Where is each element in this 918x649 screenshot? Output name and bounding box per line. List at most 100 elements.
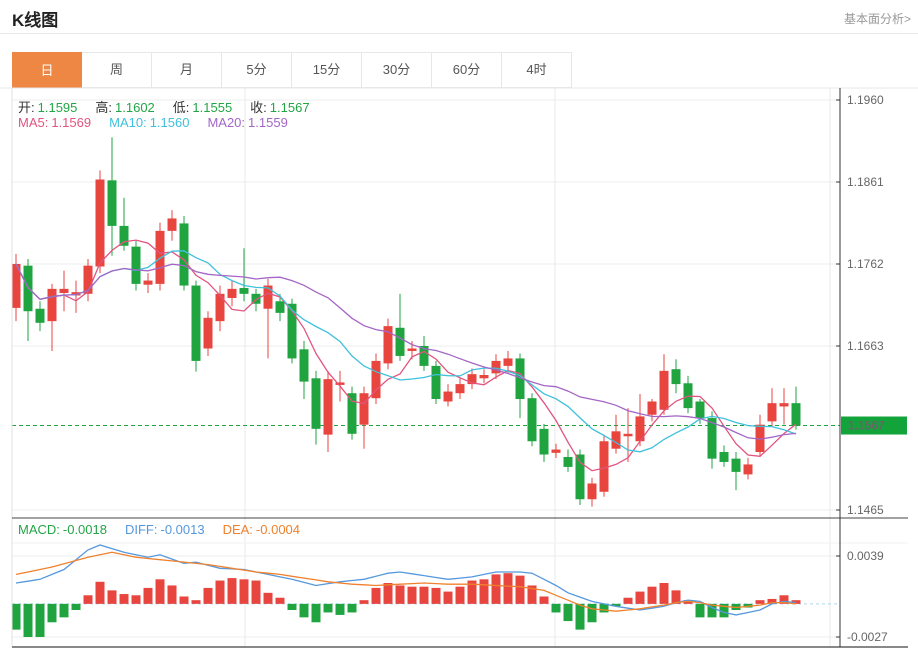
- macd-bar: [108, 590, 117, 604]
- ma-legend: MA5:1.1569 MA10:1.1560 MA20:1.1559: [18, 115, 306, 130]
- macd-bar: [432, 588, 441, 604]
- macd-bar: [696, 604, 705, 618]
- ohlc-legend-item: 高:1.1602: [95, 100, 154, 115]
- candle-body: [300, 349, 309, 381]
- macd-bar: [96, 582, 105, 604]
- macd-legend: MACD:-0.0018DIFF:-0.0013DEA:-0.0004: [18, 522, 318, 537]
- candle-body: [672, 369, 681, 384]
- macd-bar: [48, 604, 57, 622]
- axis-label: 0.0039: [847, 549, 884, 563]
- macd-bar: [288, 604, 297, 610]
- macd-bar: [228, 578, 237, 604]
- ohlc-legend-item: 收:1.1567: [250, 100, 309, 115]
- macd-bar: [156, 579, 165, 604]
- macd-bar: [444, 592, 453, 604]
- candle-body: [504, 358, 513, 365]
- candle-body: [780, 403, 789, 406]
- ohlc-legend-item: 开:1.1595: [18, 100, 77, 115]
- macd-bar: [756, 600, 765, 604]
- ma-legend-item: MA10:1.1560: [109, 115, 189, 130]
- candle-body: [768, 403, 777, 421]
- candle-body: [564, 457, 573, 467]
- macd-bar: [120, 594, 129, 604]
- macd-bar: [180, 597, 189, 604]
- candle-body: [36, 309, 45, 323]
- macd-bar: [396, 585, 405, 603]
- macd-bar: [408, 587, 417, 604]
- candle-body: [108, 180, 117, 226]
- candle-body: [264, 286, 273, 309]
- macd-bar: [360, 600, 369, 604]
- axis-label: 1.1663: [847, 339, 884, 353]
- candle-body: [444, 392, 453, 402]
- candle-body: [396, 328, 405, 356]
- candle-body: [540, 429, 549, 455]
- candle-body: [408, 348, 417, 350]
- macd-bar: [60, 604, 69, 618]
- ohlc-legend: 开:1.1595 高:1.1602 低:1.1555 收:1.1567: [18, 97, 328, 116]
- axis-label: 1.1960: [847, 93, 884, 107]
- candle-body: [276, 301, 285, 313]
- macd-bar: [252, 581, 261, 604]
- macd-bar: [36, 604, 45, 637]
- candle-body: [720, 452, 729, 462]
- macd-bar: [312, 604, 321, 622]
- candle-body: [732, 459, 741, 472]
- candle-body: [360, 393, 369, 424]
- macd-bar: [12, 604, 21, 630]
- macd-bar: [168, 585, 177, 603]
- macd-bar: [72, 604, 81, 610]
- axis-label: -0.0027: [847, 630, 888, 644]
- macd-bar: [144, 588, 153, 604]
- macd-bar: [84, 595, 93, 604]
- axis-label: 1.1465: [847, 503, 884, 517]
- diff-line: [16, 545, 796, 615]
- candle-body: [432, 366, 441, 399]
- candle-body: [480, 375, 489, 378]
- macd-legend-item: MACD:-0.0018: [18, 522, 107, 537]
- macd-bar: [516, 576, 525, 604]
- ohlc-legend-item: 低:1.1555: [173, 100, 232, 115]
- macd-legend-item: DEA:-0.0004: [223, 522, 300, 537]
- macd-bar: [492, 574, 501, 603]
- ma20-line: [16, 264, 796, 439]
- candle-body: [660, 371, 669, 410]
- candle-body: [96, 180, 105, 267]
- candle-body: [648, 401, 657, 414]
- macd-bar: [24, 604, 33, 637]
- macd-bar: [324, 604, 333, 613]
- candle-body: [240, 288, 249, 294]
- ma-legend-item: MA20:1.1559: [207, 115, 287, 130]
- macd-bar: [420, 587, 429, 604]
- macd-bar: [576, 604, 585, 630]
- candle-body: [168, 218, 177, 230]
- kline-widget: K线图 基本面分析> 日周月5分15分30分60分4时 1.19601.1861…: [0, 0, 918, 649]
- candle-body: [60, 289, 69, 293]
- ma-legend-item: MA5:1.1569: [18, 115, 91, 130]
- macd-bar: [276, 598, 285, 604]
- candle-body: [120, 226, 129, 246]
- macd-bar: [336, 604, 345, 615]
- candle-body: [792, 403, 801, 425]
- axis-label: 1.1762: [847, 257, 884, 271]
- candle-body: [552, 450, 561, 453]
- macd-bar: [660, 583, 669, 604]
- candle-body: [144, 281, 153, 285]
- candle-body: [204, 318, 213, 349]
- candle-body: [156, 231, 165, 284]
- macd-bar: [588, 604, 597, 622]
- candle-body: [312, 378, 321, 429]
- macd-bar: [624, 598, 633, 604]
- macd-bar: [480, 579, 489, 604]
- macd-bar: [372, 588, 381, 604]
- macd-bar: [636, 592, 645, 604]
- candle-body: [324, 379, 333, 434]
- macd-bar: [240, 579, 249, 604]
- macd-bar: [264, 593, 273, 604]
- macd-bar: [456, 587, 465, 604]
- candle-body: [180, 223, 189, 285]
- candle-body: [696, 401, 705, 418]
- macd-bar: [300, 604, 309, 618]
- candle-body: [216, 294, 225, 321]
- candle-body: [528, 398, 537, 441]
